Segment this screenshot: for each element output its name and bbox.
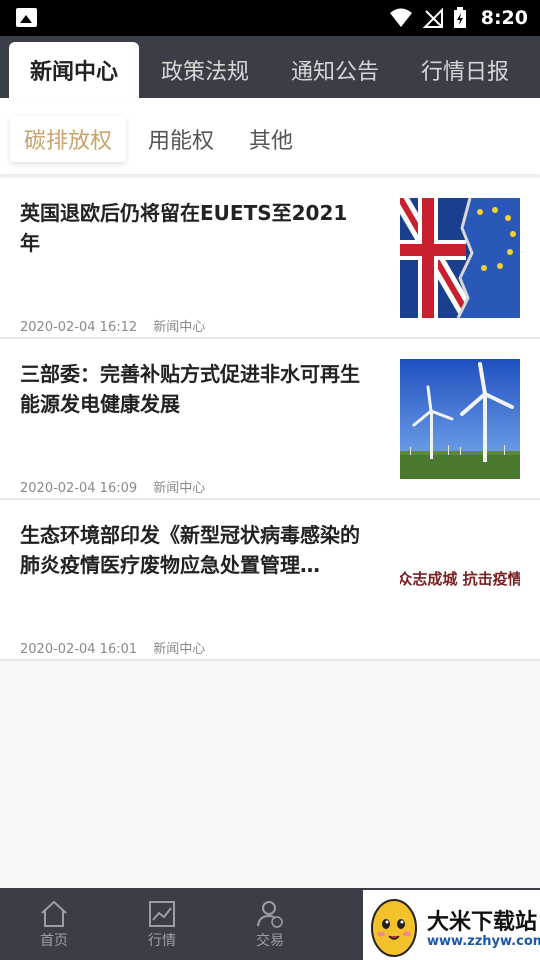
news-title: 生态环境部印发《新型冠状病毒感染的肺炎疫情医疗废物应急处置管理… (20, 523, 360, 577)
status-bar: 8:20 (0, 0, 540, 36)
nav-trade-label: 交易 (256, 933, 284, 949)
news-item[interactable]: 生态环境部印发《新型冠状病毒感染的肺炎疫情医疗废物应急处置管理… 2020-02… (0, 500, 540, 661)
watermark-title: 大米下载站 (427, 910, 538, 935)
tab-policy-regulations[interactable]: 政策法规 (140, 42, 270, 98)
news-title: 三部委：完善补贴方式促进非水可再生能源发电健康发展 (20, 362, 360, 416)
image-icon (16, 8, 37, 27)
news-category: 新闻中心 (153, 481, 206, 496)
subtab-other[interactable]: 其他 (249, 116, 293, 162)
home-icon (41, 900, 67, 927)
news-meta: 2020-02-04 16:01 新闻中心 (20, 638, 205, 657)
chart-icon (149, 901, 175, 927)
sub-tab-bar: 碳排放权 用能权 其他 (0, 98, 540, 174)
watermark-badge: 大米下载站 www.zzhyw.com (363, 890, 540, 960)
calligraphy-image: 众志成城 抗击疫情 (400, 520, 520, 640)
news-category: 新闻中心 (153, 320, 206, 335)
news-title: 英国退欧后仍将留在EUETS至2021年 (20, 201, 348, 255)
no-signal-icon (422, 8, 443, 28)
trade-user-icon (257, 901, 283, 928)
nav-home-label: 首页 (40, 933, 68, 949)
wind-turbines-image (400, 359, 520, 479)
calligraphy-text: 众志成城 抗击疫情 (400, 570, 520, 588)
news-item[interactable]: 三部委：完善补贴方式促进非水可再生能源发电健康发展 2020-02-04 16:… (0, 339, 540, 500)
egg-mascot-icon (371, 899, 417, 957)
wifi-icon (389, 8, 412, 27)
news-list: 英国退欧后仍将留在EUETS至2021年 2020-02-04 16:12 新闻… (0, 178, 540, 661)
uk-eu-flag-image (400, 198, 520, 318)
nav-trade[interactable]: 交易 (240, 900, 300, 956)
top-tab-bar: 新闻中心 政策法规 通知公告 行情日报 (0, 36, 540, 98)
subtab-carbon-emission[interactable]: 碳排放权 (10, 116, 127, 162)
subtab-energy-rights[interactable]: 用能权 (148, 116, 214, 162)
battery-charging-icon (453, 7, 466, 28)
news-date: 2020-02-04 16:12 (20, 320, 138, 335)
watermark-url: www.zzhyw.com (427, 934, 540, 949)
tab-news-center[interactable]: 新闻中心 (9, 42, 139, 98)
news-meta: 2020-02-04 16:09 新闻中心 (20, 477, 205, 496)
status-time: 8:20 (480, 7, 528, 29)
nav-market-label: 行情 (148, 933, 176, 949)
news-date: 2020-02-04 16:01 (20, 642, 138, 657)
nav-market[interactable]: 行情 (132, 900, 192, 956)
tab-market-daily[interactable]: 行情日报 (400, 42, 530, 98)
nav-home[interactable]: 首页 (24, 900, 84, 956)
news-meta: 2020-02-04 16:12 新闻中心 (20, 316, 205, 335)
news-date: 2020-02-04 16:09 (20, 481, 138, 496)
news-item[interactable]: 英国退欧后仍将留在EUETS至2021年 2020-02-04 16:12 新闻… (0, 178, 540, 339)
news-category: 新闻中心 (153, 642, 206, 657)
tab-notices[interactable]: 通知公告 (270, 42, 400, 98)
